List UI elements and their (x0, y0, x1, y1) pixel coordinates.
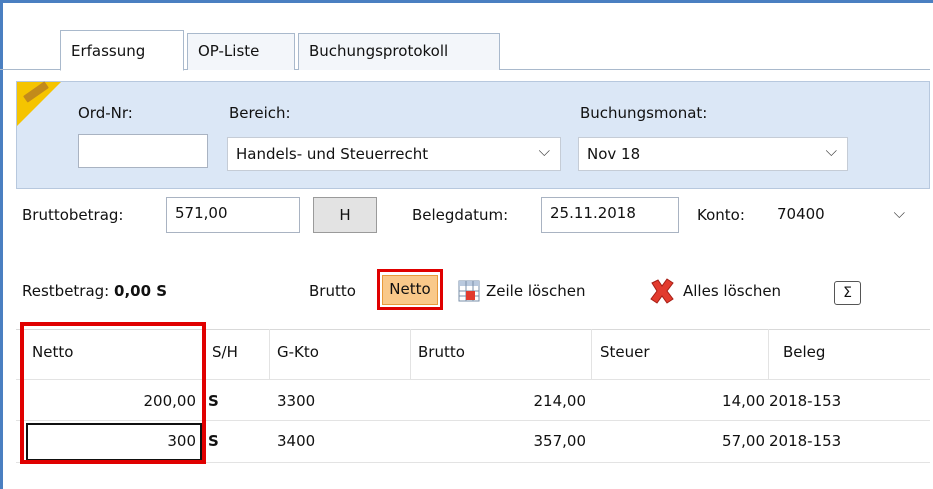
bruttobetrag-label: Bruttobetrag: (22, 206, 124, 224)
sum-button[interactable]: Σ (834, 281, 861, 305)
konto-select[interactable]: 70400 ⌵ (768, 197, 916, 233)
buchungsmonat-select[interactable]: Nov 18 ⌵ (578, 137, 848, 171)
bereich-value: Handels- und Steuerrecht (236, 145, 429, 163)
netto-column-highlight (20, 322, 206, 464)
delete-row-icon[interactable] (458, 280, 480, 302)
konto-value: 70400 (777, 205, 825, 223)
cell-beleg[interactable]: 2018-153 (769, 392, 841, 410)
tab-erfassung[interactable]: Erfassung (60, 30, 184, 71)
cell-sh[interactable]: S (208, 432, 219, 450)
column-divider (768, 329, 769, 379)
restbetrag: Restbetrag: 0,00 S (22, 282, 167, 312)
restbetrag-label: Restbetrag: (22, 282, 110, 300)
column-header-gkto[interactable]: G-Kto (277, 343, 319, 361)
cell-brutto[interactable]: 214,00 (480, 392, 587, 410)
column-header-beleg[interactable]: Beleg (783, 343, 825, 361)
soll-haben-button[interactable]: H (313, 197, 377, 233)
ord-nr-input[interactable] (78, 134, 208, 168)
bereich-select[interactable]: Handels- und Steuerrecht ⌵ (227, 137, 561, 171)
chevron-down-icon: ⌵ (893, 204, 905, 222)
zeile-loeschen-button[interactable]: Zeile löschen (486, 282, 586, 312)
column-divider (591, 329, 592, 379)
tab-op-liste[interactable]: OP-Liste (187, 33, 295, 70)
belegdatum-input[interactable]: 25.11.2018 (541, 197, 679, 233)
cell-beleg[interactable]: 2018-153 (769, 432, 841, 450)
column-divider (269, 329, 270, 379)
cell-steuer[interactable]: 14,00 (680, 392, 765, 410)
bereich-label: Bereich: (229, 104, 291, 122)
netto-highlight: Netto (377, 269, 443, 310)
cell-brutto[interactable]: 357,00 (480, 432, 587, 450)
belegdatum-label: Belegdatum: (412, 206, 509, 224)
chevron-down-icon: ⌵ (538, 142, 550, 160)
column-header-brutto[interactable]: Brutto (418, 343, 465, 361)
column-header-sh[interactable]: S/H (212, 343, 238, 361)
column-header-steuer[interactable]: Steuer (600, 343, 650, 361)
bruttobetrag-input[interactable]: 571,00 (166, 197, 300, 233)
restbetrag-value: 0,00 S (114, 282, 168, 300)
cell-sh[interactable]: S (208, 392, 219, 410)
cell-gkto[interactable]: 3400 (277, 432, 315, 450)
column-divider (410, 329, 411, 379)
tab-buchungsprotokoll[interactable]: Buchungsprotokoll (298, 33, 500, 70)
cell-gkto[interactable]: 3300 (277, 392, 315, 410)
tab-bar: Erfassung OP-Liste Buchungsprotokoll (0, 0, 930, 71)
buchungsmonat-value: Nov 18 (587, 145, 641, 163)
cell-steuer[interactable]: 57,00 (680, 432, 765, 450)
buchungsmonat-label: Buchungsmonat: (580, 104, 708, 122)
ord-nr-label: Ord-Nr: (78, 104, 133, 122)
konto-label: Konto: (697, 206, 745, 224)
alles-loeschen-button[interactable]: Alles löschen (683, 282, 781, 312)
chevron-down-icon: ⌵ (825, 142, 837, 160)
netto-toggle[interactable]: Netto (382, 275, 438, 305)
delete-all-icon[interactable] (648, 277, 676, 305)
brutto-toggle[interactable]: Brutto (309, 282, 356, 312)
